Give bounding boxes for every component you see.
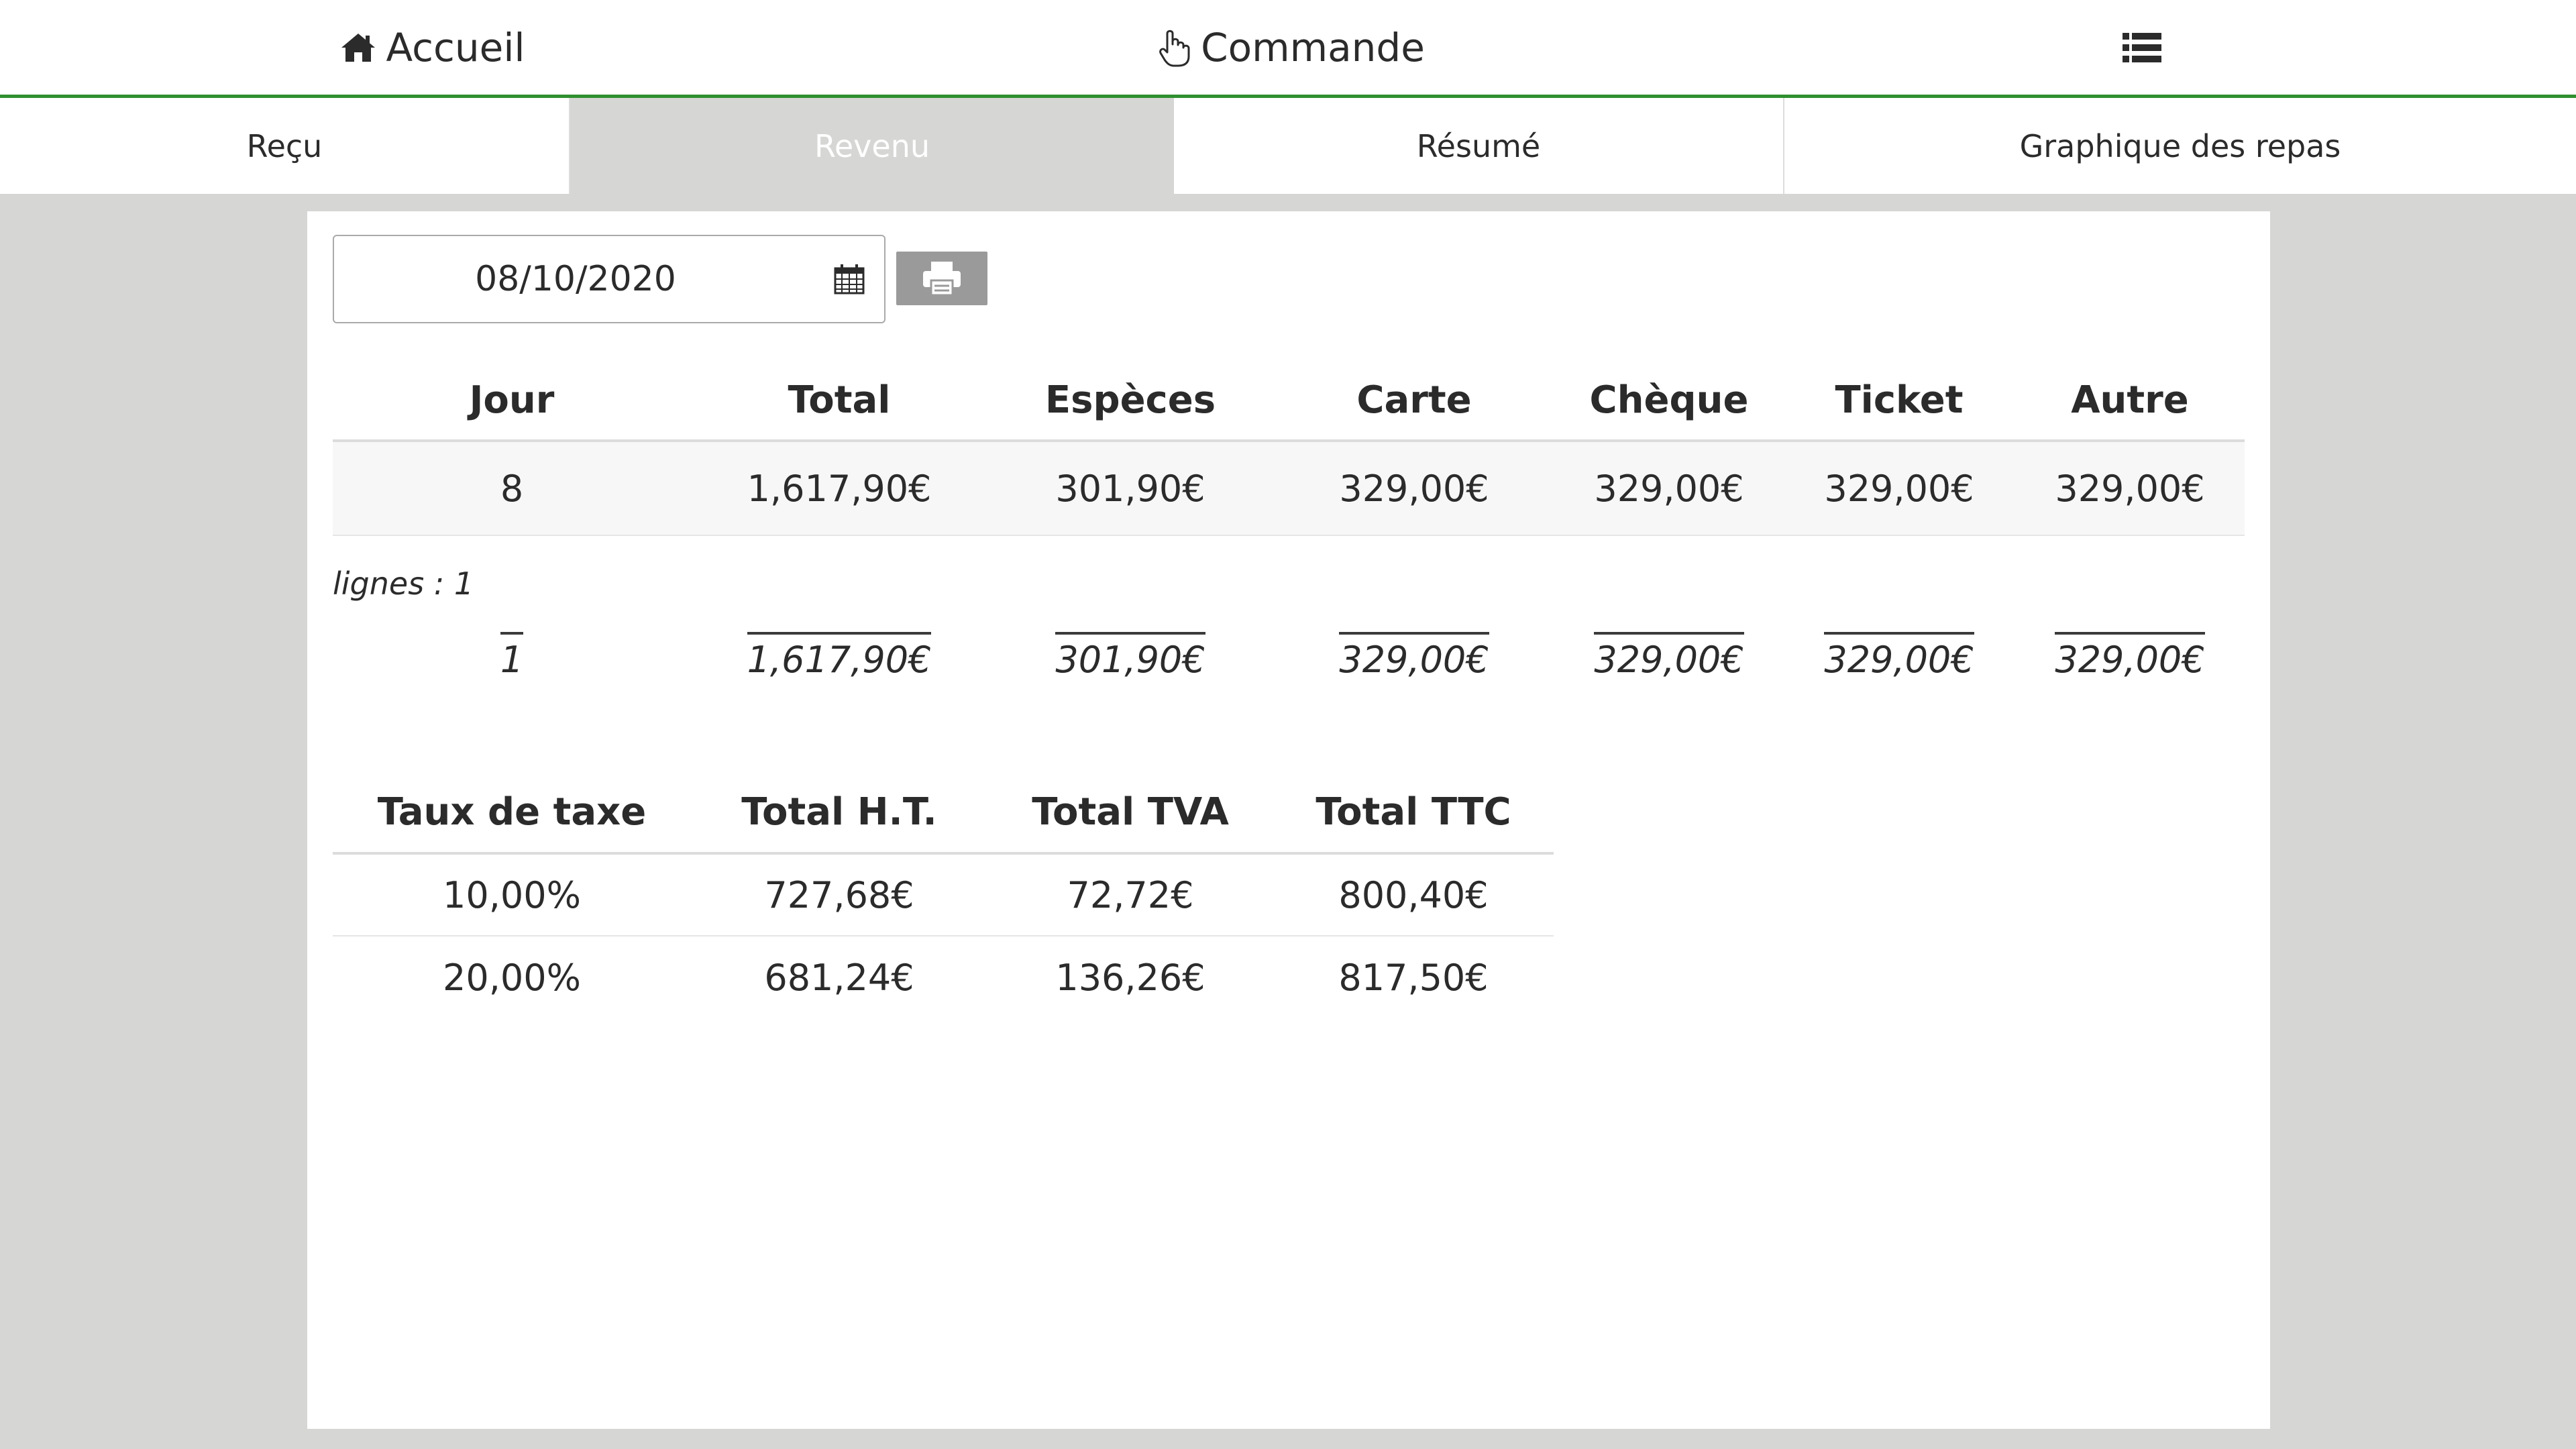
print-button[interactable] <box>896 252 987 305</box>
tab-recu[interactable]: Reçu <box>0 98 570 194</box>
header-total-tva: Total TVA <box>1032 790 1229 834</box>
home-icon <box>341 33 376 62</box>
cell-taux: 20,00% <box>443 956 581 999</box>
header-carte: Carte <box>1356 378 1472 422</box>
total-ticket: 329,00€ <box>1824 631 1974 681</box>
cell-total-ttc: 800,40€ <box>1338 873 1489 916</box>
report-tabs: Reçu Revenu Résumé Graphique des repas <box>0 98 2576 194</box>
cell-total-ht: 727,68€ <box>764 873 914 916</box>
header-jour: Jour <box>469 378 555 422</box>
revenue-table-header: Jour Total Espèces Carte Chèque Ticket A… <box>333 360 2245 442</box>
table-row[interactable]: 8 1,617,90€ 301,90€ 329,00€ 329,00€ 329,… <box>333 442 2245 536</box>
date-field[interactable]: 08/10/2020 <box>333 235 885 323</box>
total-cheque: 329,00€ <box>1594 631 1744 681</box>
cell-total-tva: 136,26€ <box>1055 956 1205 999</box>
nav-home[interactable]: Accueil <box>0 0 865 95</box>
header-taux-de-taxe: Taux de taxe <box>377 790 647 834</box>
total-carte: 329,00€ <box>1339 631 1489 681</box>
nav-menu-button[interactable] <box>1717 0 2576 95</box>
header-ticket: Ticket <box>1835 378 1964 422</box>
cell-cheque: 329,00€ <box>1594 467 1744 510</box>
header-autre: Autre <box>2071 378 2189 422</box>
total-autre: 329,00€ <box>2055 631 2205 681</box>
nav-home-label: Accueil <box>386 24 525 70</box>
cell-total-tva: 72,72€ <box>1067 873 1194 916</box>
header-total-ht: Total H.T. <box>741 790 937 834</box>
table-row: 10,00% 727,68€ 72,72€ 800,40€ <box>333 855 1554 936</box>
cell-ticket: 329,00€ <box>1824 467 1974 510</box>
cell-total-ttc: 817,50€ <box>1338 956 1489 999</box>
date-value: 08/10/2020 <box>475 259 676 299</box>
revenue-totals-row: 1 1,617,90€ 301,90€ 329,00€ 329,00€ 329,… <box>333 619 2245 693</box>
tab-revenu[interactable]: Revenu <box>570 98 1174 194</box>
list-icon <box>2123 32 2161 62</box>
cell-jour: 8 <box>500 467 524 510</box>
cell-total-ht: 681,24€ <box>764 956 914 999</box>
header-cheque: Chèque <box>1589 378 1749 422</box>
row-count-label: lignes : 1 <box>333 566 474 602</box>
pointer-hand-icon <box>1159 30 1190 66</box>
cell-autre: 329,00€ <box>2055 467 2205 510</box>
nav-order[interactable]: Commande <box>865 0 1717 95</box>
top-navigation: Accueil Commande <box>0 0 2576 98</box>
cell-especes: 301,90€ <box>1055 467 1205 510</box>
revenue-panel: 08/10/2020 Jour Total Espèces Carte Chèq… <box>307 211 2270 1429</box>
printer-icon <box>923 262 961 297</box>
nav-order-label: Commande <box>1201 24 1425 70</box>
cell-carte: 329,00€ <box>1339 467 1489 510</box>
tab-graphique-des-repas[interactable]: Graphique des repas <box>1784 98 2576 194</box>
header-total: Total <box>788 378 891 422</box>
tax-table-header: Taux de taxe Total H.T. Total TVA Total … <box>333 771 1554 855</box>
total-jour: 1 <box>500 631 524 681</box>
total-total: 1,617,90€ <box>747 631 932 681</box>
total-especes: 301,90€ <box>1055 631 1205 681</box>
calendar-icon[interactable] <box>833 263 865 295</box>
cell-taux: 10,00% <box>443 873 581 916</box>
tab-resume[interactable]: Résumé <box>1174 98 1784 194</box>
header-especes: Espèces <box>1044 378 1216 422</box>
header-total-ttc: Total TTC <box>1316 790 1511 834</box>
table-row: 20,00% 681,24€ 136,26€ 817,50€ <box>333 936 1554 1018</box>
cell-total: 1,617,90€ <box>747 467 932 510</box>
